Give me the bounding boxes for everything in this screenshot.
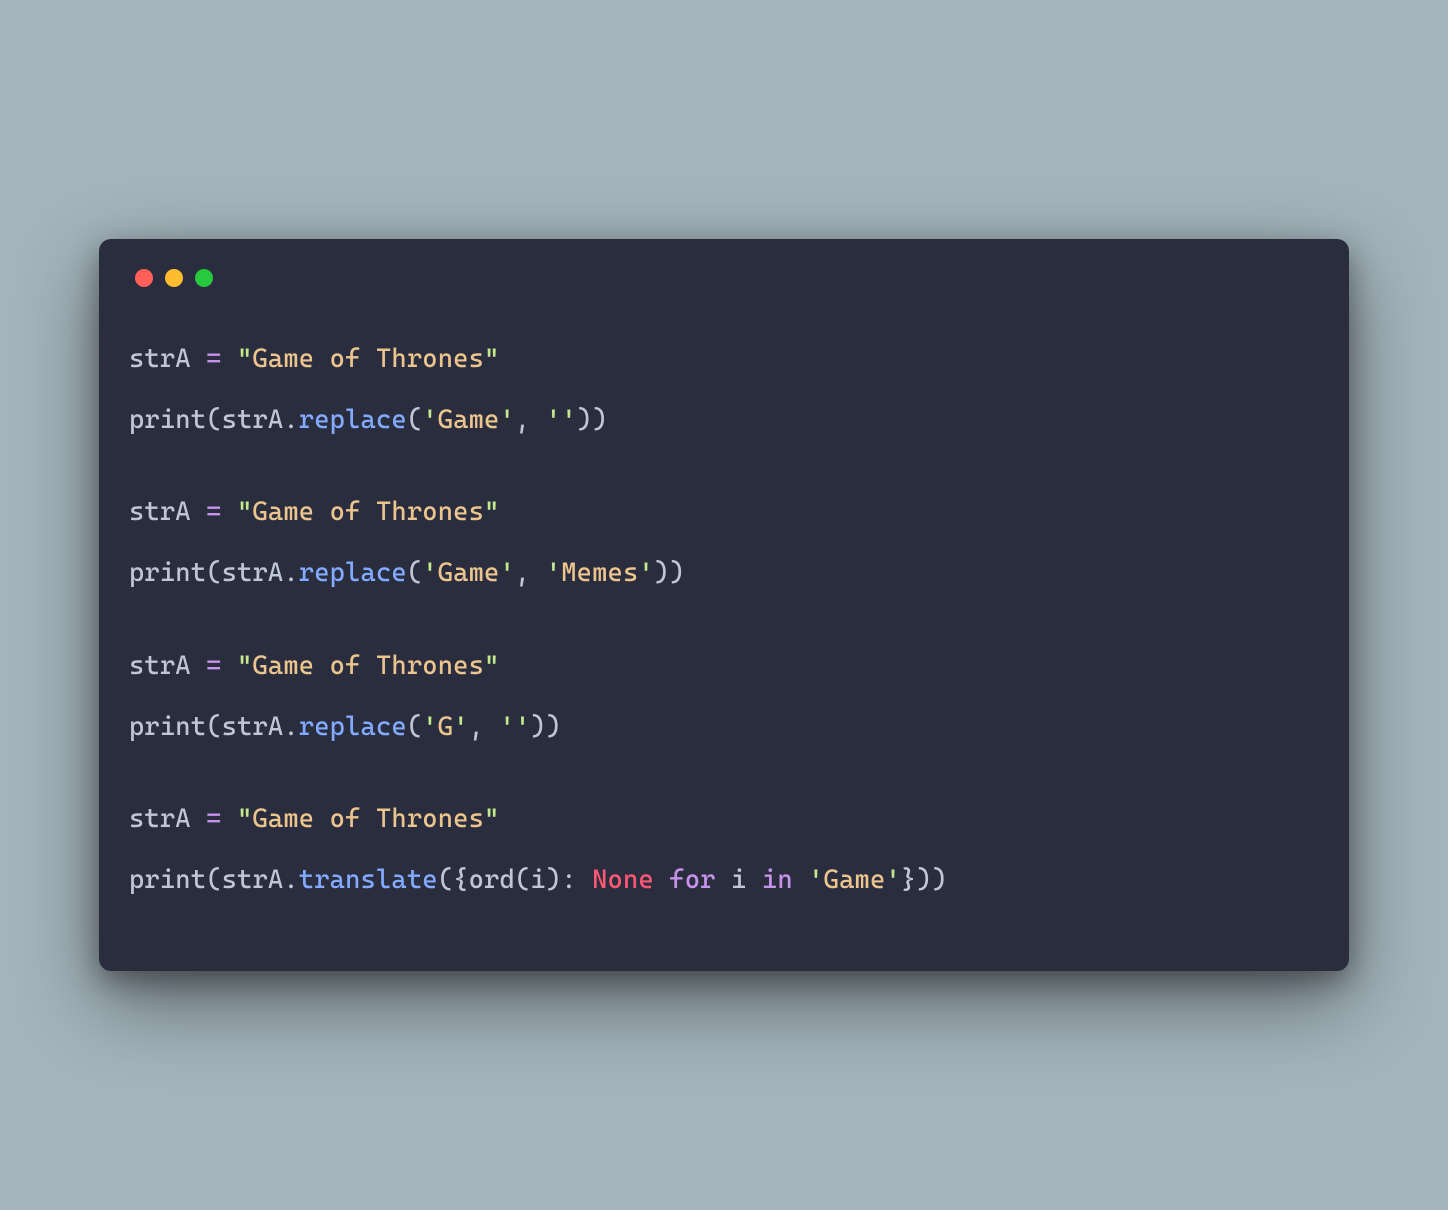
code-block: strA = "Game of Thrones"print(strA.trans… [129, 789, 1319, 911]
code-line: print(strA.replace('G', '')) [129, 697, 1319, 758]
code-line: print(strA.translate({ord(i): None for i… [129, 850, 1319, 911]
close-icon[interactable] [135, 269, 153, 287]
code-line: strA = "Game of Thrones" [129, 482, 1319, 543]
terminal-window: strA = "Game of Thrones"print(strA.repla… [99, 239, 1349, 971]
minimize-icon[interactable] [165, 269, 183, 287]
code-line: strA = "Game of Thrones" [129, 789, 1319, 850]
maximize-icon[interactable] [195, 269, 213, 287]
code-line: print(strA.replace('Game', '')) [129, 390, 1319, 451]
code-line: strA = "Game of Thrones" [129, 329, 1319, 390]
code-editor[interactable]: strA = "Game of Thrones"print(strA.repla… [129, 329, 1319, 911]
code-block: strA = "Game of Thrones"print(strA.repla… [129, 636, 1319, 758]
code-block: strA = "Game of Thrones"print(strA.repla… [129, 482, 1319, 604]
code-line: strA = "Game of Thrones" [129, 636, 1319, 697]
code-block: strA = "Game of Thrones"print(strA.repla… [129, 329, 1319, 451]
window-controls [135, 269, 1319, 287]
code-line: print(strA.replace('Game', 'Memes')) [129, 543, 1319, 604]
